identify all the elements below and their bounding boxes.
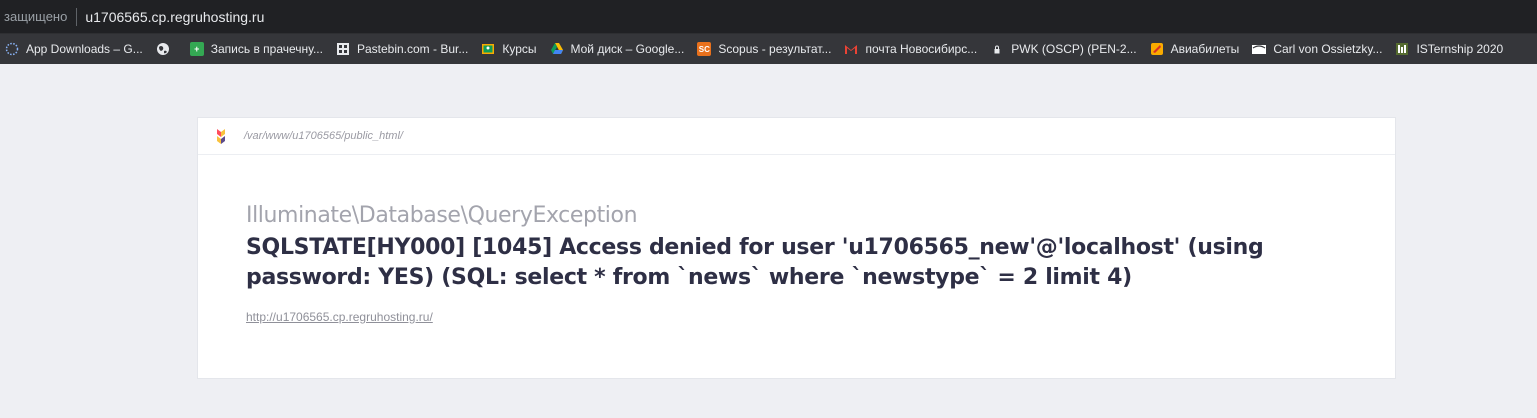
bookmark-flights[interactable]: Авиабилеты (1145, 34, 1248, 64)
classroom-icon (481, 42, 495, 56)
bookmark-label: почта Новосибирс... (865, 42, 978, 56)
application-path: /var/www/u1706565/public_html/ (244, 130, 403, 142)
bookmark-label: Scopus - результат... (718, 42, 832, 56)
gmail-icon (844, 42, 858, 56)
university-icon (1252, 42, 1267, 56)
bookmark-label: Курсы (502, 42, 537, 56)
scopus-icon: SC (697, 42, 712, 56)
bookmarks-bar: App Downloads – G... + Запись в прачечну… (0, 34, 1537, 64)
security-indicator[interactable]: защищено (0, 9, 67, 24)
error-card: /var/www/u1706565/public_html/ Illuminat… (197, 117, 1396, 379)
bookmark-pastebin[interactable]: Pastebin.com - Bur... (331, 34, 476, 64)
exception-class: Illuminate\Database\QueryException (246, 203, 638, 228)
bookmark-google-drive[interactable]: Мой диск – Google... (545, 34, 693, 64)
bookmark-label: Мой диск – Google... (570, 42, 685, 56)
ticket-icon (1150, 42, 1164, 56)
dotted-circle-icon (5, 42, 19, 56)
bookmark-isternship[interactable]: ISTernship 2020 (1390, 34, 1511, 64)
google-drive-icon (550, 42, 564, 56)
plus-doc-icon: + (189, 42, 204, 56)
request-url-link[interactable]: http://u1706565.cp.regruhosting.ru/ (246, 310, 433, 324)
pastebin-icon (336, 42, 350, 56)
bookmark-label: Carl von Ossietzky... (1273, 42, 1383, 56)
bookmark-laundry[interactable]: + Запись в прачечну... (185, 34, 331, 64)
bookmark-ossietzky[interactable]: Carl von Ossietzky... (1247, 34, 1390, 64)
globe-icon (156, 42, 170, 56)
bookmark-app-downloads[interactable]: App Downloads – G... (0, 34, 151, 64)
bookmark-label: Запись в прачечну... (210, 42, 323, 56)
bookmark-label: Авиабилеты (1170, 42, 1240, 56)
bookmark-courses[interactable]: Курсы (476, 34, 544, 64)
bookmark-mail[interactable]: почта Новосибирс... (839, 34, 985, 64)
bookmark-label: PWK (OSCP) (PEN-2... (1011, 42, 1137, 56)
exception-message: SQLSTATE[HY000] [1045] Access denied for… (246, 235, 1264, 290)
isternship-icon (1395, 42, 1409, 56)
error-card-header: /var/www/u1706565/public_html/ (198, 118, 1395, 155)
ignition-logo-icon (215, 127, 229, 145)
bookmark-globe[interactable] (151, 34, 185, 64)
bookmark-label: App Downloads – G... (26, 42, 143, 56)
bookmark-label: Pastebin.com - Bur... (356, 42, 469, 56)
url-text[interactable]: u1706565.cp.regruhosting.ru (85, 9, 264, 25)
address-divider (76, 7, 78, 26)
address-bar[interactable]: защищено u1706565.cp.regruhosting.ru (0, 0, 1537, 34)
bookmark-pwk[interactable]: PWK (OSCP) (PEN-2... (985, 34, 1144, 64)
bookmark-scopus[interactable]: SC Scopus - результат... (692, 34, 839, 64)
bookmark-label: ISTernship 2020 (1416, 42, 1504, 56)
lock-icon (990, 42, 1004, 56)
error-card-body: Illuminate\Database\QueryException SQLST… (198, 155, 1395, 326)
